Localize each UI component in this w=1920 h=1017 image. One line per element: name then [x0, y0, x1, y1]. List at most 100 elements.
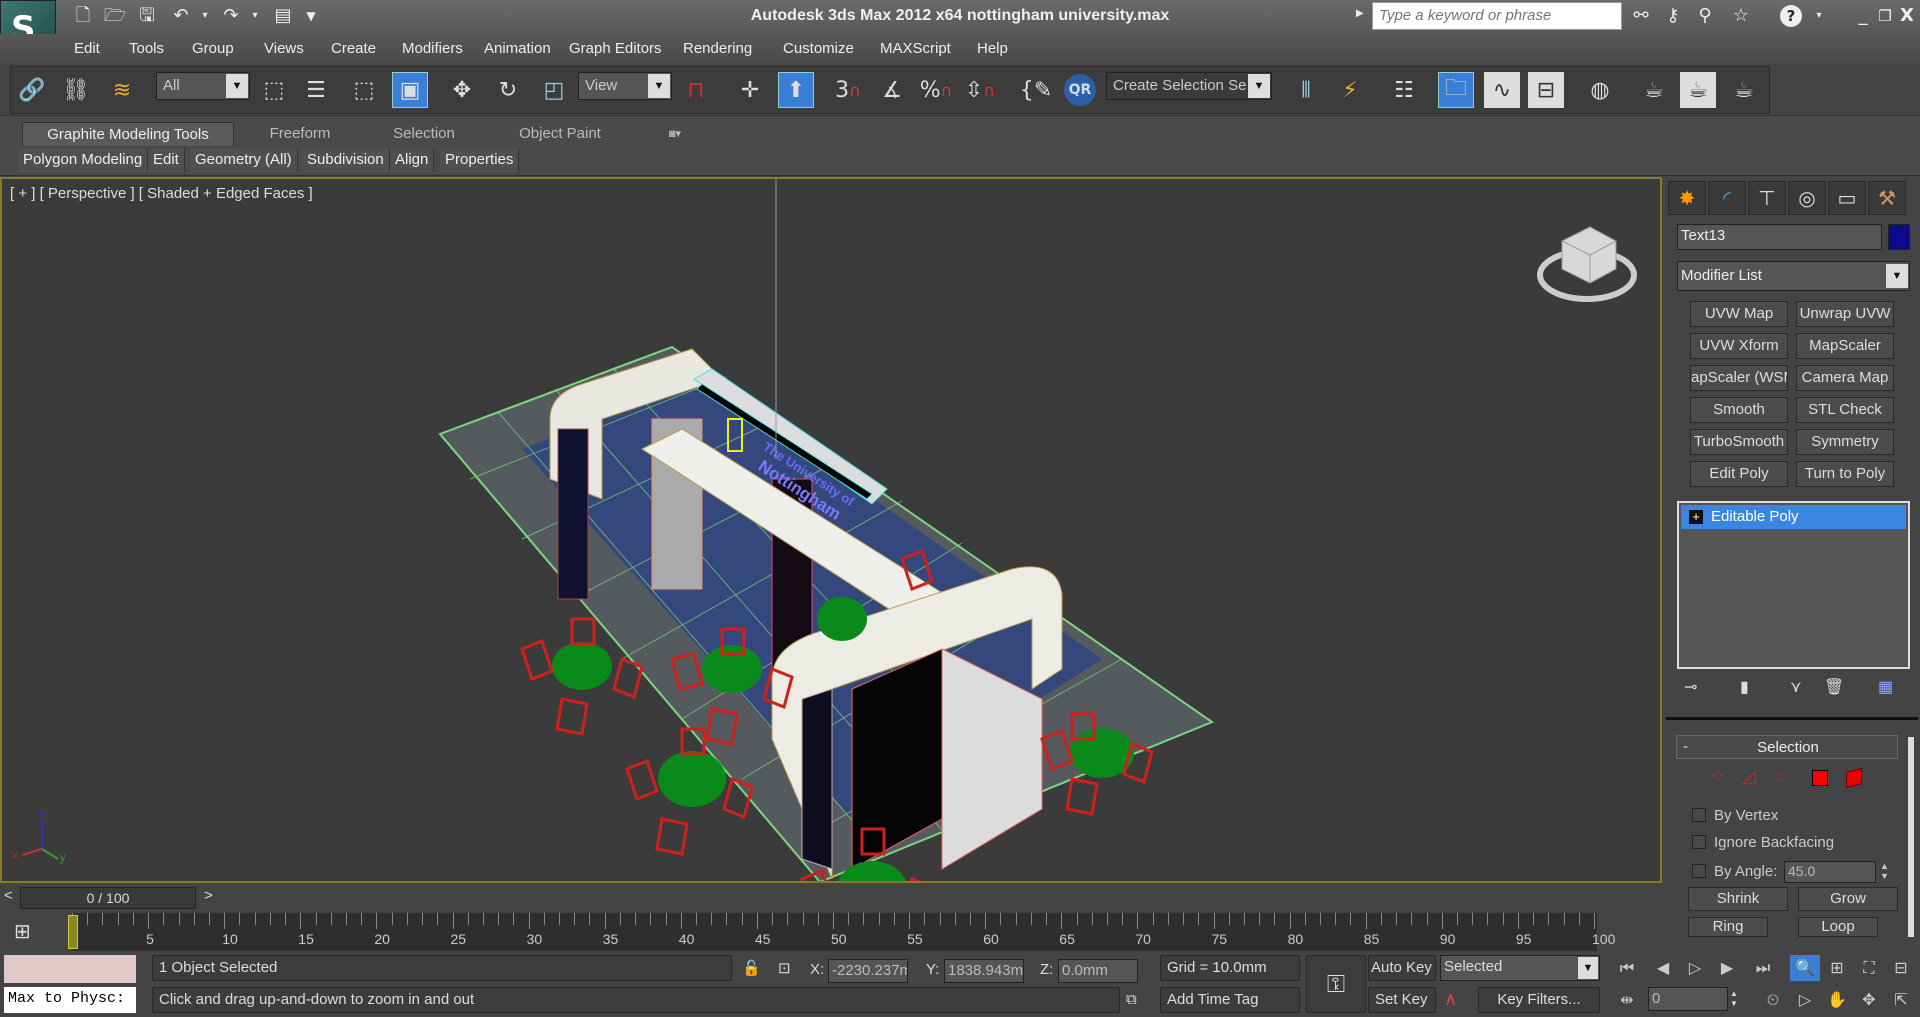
bind-space-warp-icon[interactable]: ≋ — [104, 72, 140, 108]
selection-filter-dropdown[interactable]: All ▼ — [156, 72, 250, 100]
by-angle-checkbox[interactable] — [1692, 864, 1706, 878]
prev-frame-button[interactable]: < — [4, 887, 13, 904]
redo-icon[interactable]: ↷ — [218, 4, 244, 28]
set-key-button[interactable]: Set Key — [1368, 987, 1436, 1013]
save-icon[interactable]: 🖫 — [134, 4, 160, 28]
zoom-extents-all-icon[interactable]: ⊟ — [1886, 955, 1916, 981]
key-mode-dropdown[interactable]: Selected ▼ — [1440, 955, 1600, 981]
modifier-mapscaler-wsm-button[interactable]: apScaler (WSM — [1690, 365, 1788, 391]
time-slider-thumb[interactable]: 0 / 100 — [20, 887, 196, 909]
panel-scrollbar[interactable] — [1908, 737, 1914, 937]
rectangular-selection-icon[interactable]: ⬚ — [346, 72, 382, 108]
material-editor-icon[interactable]: ◍ — [1582, 72, 1618, 108]
next-frame-button[interactable]: > — [204, 887, 213, 904]
star-icon[interactable]: ☆ — [1728, 4, 1754, 28]
make-unique-icon[interactable]: ⋎ — [1790, 677, 1802, 697]
modifier-uvw-xform-button[interactable]: UVW Xform — [1690, 333, 1788, 359]
modifier-stack[interactable]: + Editable Poly — [1677, 501, 1910, 669]
percent-snap-icon[interactable]: % ∩ — [918, 72, 954, 108]
element-mode-icon[interactable] — [1846, 767, 1862, 789]
modifier-edit-poly-button[interactable]: Edit Poly — [1690, 461, 1788, 487]
select-by-name-icon[interactable]: ☰ — [298, 72, 334, 108]
window-crossing-toggle-icon[interactable]: ▣ — [392, 72, 428, 108]
by-vertex-checkbox[interactable] — [1692, 808, 1706, 822]
motion-tab-icon[interactable]: ◎ — [1788, 181, 1826, 215]
angle-spinner-icon[interactable]: ▲ ▼ — [1880, 861, 1894, 883]
maxscript-mini-listener-pink[interactable] — [4, 955, 136, 983]
show-end-result-icon[interactable]: ▮ — [1740, 677, 1749, 697]
edit-named-selection-icon[interactable]: {✎ — [1018, 72, 1054, 108]
angle-snap-icon[interactable]: ∡ — [874, 72, 910, 108]
time-tag-icon[interactable]: ⧉ — [1126, 991, 1137, 1008]
frame-ruler[interactable]: 0510152025303540455055606570758085909510… — [68, 913, 1615, 951]
modifier-mapscaler-button[interactable]: MapScaler — [1796, 333, 1894, 359]
modifier-turn-to-poly-button[interactable]: Turn to Poly — [1796, 461, 1894, 487]
current-frame-marker[interactable] — [68, 915, 78, 949]
ribbon-panel-edit[interactable]: Edit — [148, 148, 185, 172]
play-icon[interactable]: ▷ — [1680, 955, 1710, 981]
ribbon-panel-polygon-modeling[interactable]: Polygon Modeling — [18, 148, 149, 172]
modifier-list-dropdown[interactable]: Modifier List ▼ — [1677, 261, 1910, 291]
ribbon-panel-subdivision[interactable]: Subdivision — [302, 148, 390, 172]
search-expand-icon[interactable]: ▶ — [1356, 8, 1364, 19]
key-icon[interactable]: ⚷ — [1660, 4, 1686, 28]
ribbon-tab-object-paint[interactable]: Object Paint — [500, 122, 620, 146]
add-time-tag-button[interactable]: Add Time Tag — [1160, 987, 1300, 1013]
undo-dropdown-icon[interactable]: ▾ — [192, 4, 218, 28]
ignore-backfacing-checkbox[interactable] — [1692, 835, 1706, 849]
menu-animation[interactable]: Animation — [484, 40, 551, 57]
scene-canvas[interactable]: The University of Nottingham z x y — [2, 179, 1660, 881]
next-frame-icon[interactable]: ▶ — [1712, 955, 1742, 981]
pin-stack-icon[interactable]: ⊸ — [1684, 677, 1697, 697]
menu-rendering[interactable]: Rendering — [683, 40, 752, 57]
modifier-camera-map-button[interactable]: Camera Map — [1796, 365, 1894, 391]
select-scale-icon[interactable]: ◰ — [536, 72, 572, 108]
configure-modifier-sets-icon[interactable]: ▦ — [1878, 677, 1893, 697]
track-bar[interactable]: ⊞ 05101520253035404550556065707580859095… — [0, 913, 1662, 951]
go-to-end-icon[interactable]: ⏭ — [1748, 955, 1778, 981]
expand-plus-icon[interactable]: + — [1689, 510, 1703, 524]
help-dropdown-icon[interactable]: ▾ — [1806, 4, 1832, 28]
maxscript-mini-listener[interactable]: Max to Physc: — [4, 987, 136, 1013]
key-mode-toggle-icon[interactable]: ⇹ — [1612, 987, 1642, 1013]
menu-create[interactable]: Create — [331, 40, 376, 57]
absolute-transform-mode-icon[interactable]: ⊡ — [778, 959, 791, 977]
display-tab-icon[interactable]: ▭ — [1828, 181, 1866, 215]
menu-edit[interactable]: Edit — [74, 40, 100, 57]
mirror-icon[interactable]: ⫴ — [1288, 72, 1324, 108]
time-configuration-icon[interactable]: ⏲ — [1758, 987, 1788, 1013]
viewport-label-menu[interactable]: [ + ] [ Perspective ] [ Shaded + Edged F… — [10, 185, 313, 202]
binoculars-icon[interactable]: ⚯ — [1628, 4, 1654, 28]
ribbon-panel-properties[interactable]: Properties — [440, 148, 520, 172]
pivot-center-icon[interactable]: ⊓ — [678, 72, 714, 108]
mini-curve-editor-icon[interactable]: ⊞ — [14, 919, 31, 944]
rendered-frame-window-icon[interactable]: ☕ — [1680, 72, 1716, 108]
edge-mode-icon[interactable]: ◿ — [1742, 766, 1756, 787]
modifier-turbosmooth-button[interactable]: TurboSmooth — [1690, 429, 1788, 455]
curve-editor-icon[interactable]: ∿ — [1484, 72, 1520, 108]
key-filters-button[interactable]: Key Filters... — [1478, 987, 1600, 1013]
grow-button[interactable]: Grow — [1798, 887, 1898, 911]
hierarchy-tab-icon[interactable]: ⊤ — [1748, 181, 1786, 215]
pan-view-icon[interactable]: ✋ — [1822, 987, 1852, 1013]
y-coordinate-field[interactable]: 1838.943mm — [944, 959, 1024, 983]
viewcube[interactable] — [1537, 226, 1637, 302]
menu-maxscript[interactable]: MAXScript — [880, 40, 951, 57]
vertex-mode-icon[interactable]: ⁘ — [1710, 766, 1725, 787]
object-name-field[interactable]: Text13 — [1677, 224, 1882, 250]
modifier-uvw-map-button[interactable]: UVW Map — [1690, 301, 1788, 327]
frame-spinner-icon[interactable]: ▲ ▼ — [1730, 989, 1738, 1009]
modifier-unwrap-uvw-button[interactable]: Unwrap UVW — [1796, 301, 1894, 327]
create-tab-icon[interactable]: ✸ — [1668, 181, 1706, 215]
spinner-snap-icon[interactable]: ⇳ ∩ — [962, 72, 998, 108]
ribbon-panel-geometry-all[interactable]: Geometry (All) — [190, 148, 298, 172]
satellite-icon[interactable]: ⚲ — [1692, 4, 1718, 28]
open-file-icon[interactable]: 🗁 — [102, 4, 128, 28]
menu-tools[interactable]: Tools — [129, 40, 164, 57]
modifier-symmetry-button[interactable]: Symmetry — [1796, 429, 1894, 455]
redo-dropdown-icon[interactable]: ▾ — [242, 4, 268, 28]
shrink-button[interactable]: Shrink — [1688, 887, 1788, 911]
modifier-smooth-button[interactable]: Smooth — [1690, 397, 1788, 423]
modify-tab-icon[interactable]: ◜ — [1708, 181, 1746, 215]
go-to-start-icon[interactable]: ⏮ — [1612, 955, 1642, 981]
